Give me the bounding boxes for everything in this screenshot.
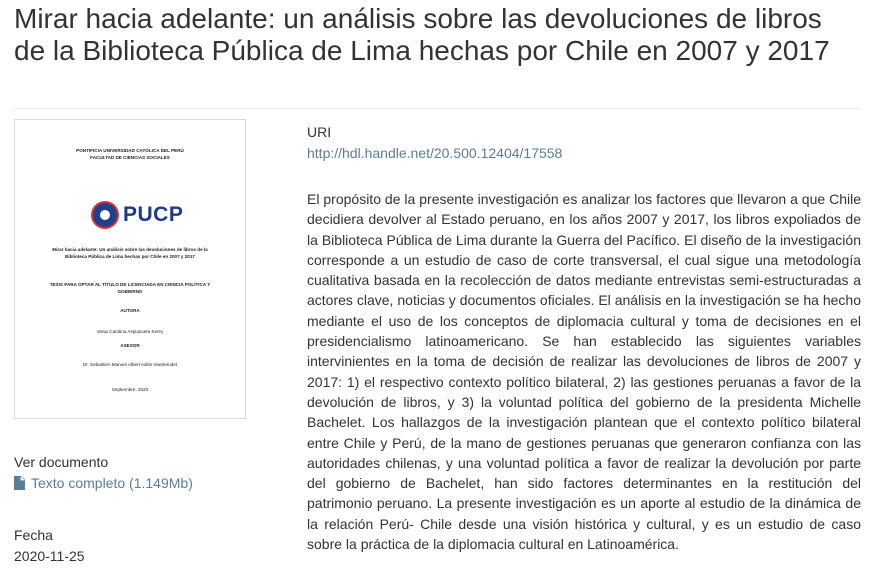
thesis-cover: PONTIFICIA UNIVERSIDAD CATÓLICA DEL PERÚ… — [21, 124, 239, 414]
cover-title-line-1: Mirar hacia adelante: Un análisis sobre … — [52, 247, 208, 252]
cover-degree-line-2: GOBIERNO — [117, 289, 143, 294]
cover-author: Vania Carolina Aspiazueta Serey — [96, 329, 164, 334]
document-thumbnail[interactable]: PONTIFICIA UNIVERSIDAD CATÓLICA DEL PERÚ… — [14, 119, 246, 419]
cover-title-line-2: Biblioteca Pública de Lima hechas por Ch… — [65, 254, 195, 259]
uri-link[interactable]: http://hdl.handle.net/20.500.12404/17558 — [307, 144, 562, 162]
pucp-seal-icon — [91, 201, 119, 229]
cover-advisor: Dr. Sebastien Manuel Albert Adins Vanbre… — [82, 362, 178, 367]
full-text-link[interactable]: Texto completo (1.149Mb) — [14, 474, 193, 494]
pucp-logo: PUCP — [91, 199, 201, 231]
cover-advisor-label: ASESOR — [120, 343, 140, 348]
cover-faculty: FACULTAD DE CIENCIAS SOCIALES — [90, 155, 170, 160]
date-label: Fecha — [14, 527, 53, 543]
view-document-label: Ver documento — [14, 454, 109, 470]
date-value: 2020-11-25 — [14, 548, 85, 564]
page-title: Mirar hacia adelante: un análisis sobre … — [14, 3, 830, 66]
file-icon — [14, 476, 25, 494]
cover-university: PONTIFICIA UNIVERSIDAD CATÓLICA DEL PERÚ — [76, 148, 184, 153]
pucp-logo-text: PUCP — [123, 203, 184, 226]
cover-date: Septiembre, 2020 — [111, 387, 149, 392]
cover-author-label: AUTORA — [120, 308, 140, 313]
abstract-text: El propósito de la presente investigació… — [307, 191, 861, 553]
title-divider — [14, 108, 860, 109]
uri-label: URI — [307, 124, 332, 140]
cover-degree-line-1: TESIS PARA OPTAR AL TÍTULO DE LICENCIADA… — [49, 282, 211, 287]
full-text-link-label[interactable]: Texto completo (1.149Mb) — [31, 475, 193, 491]
